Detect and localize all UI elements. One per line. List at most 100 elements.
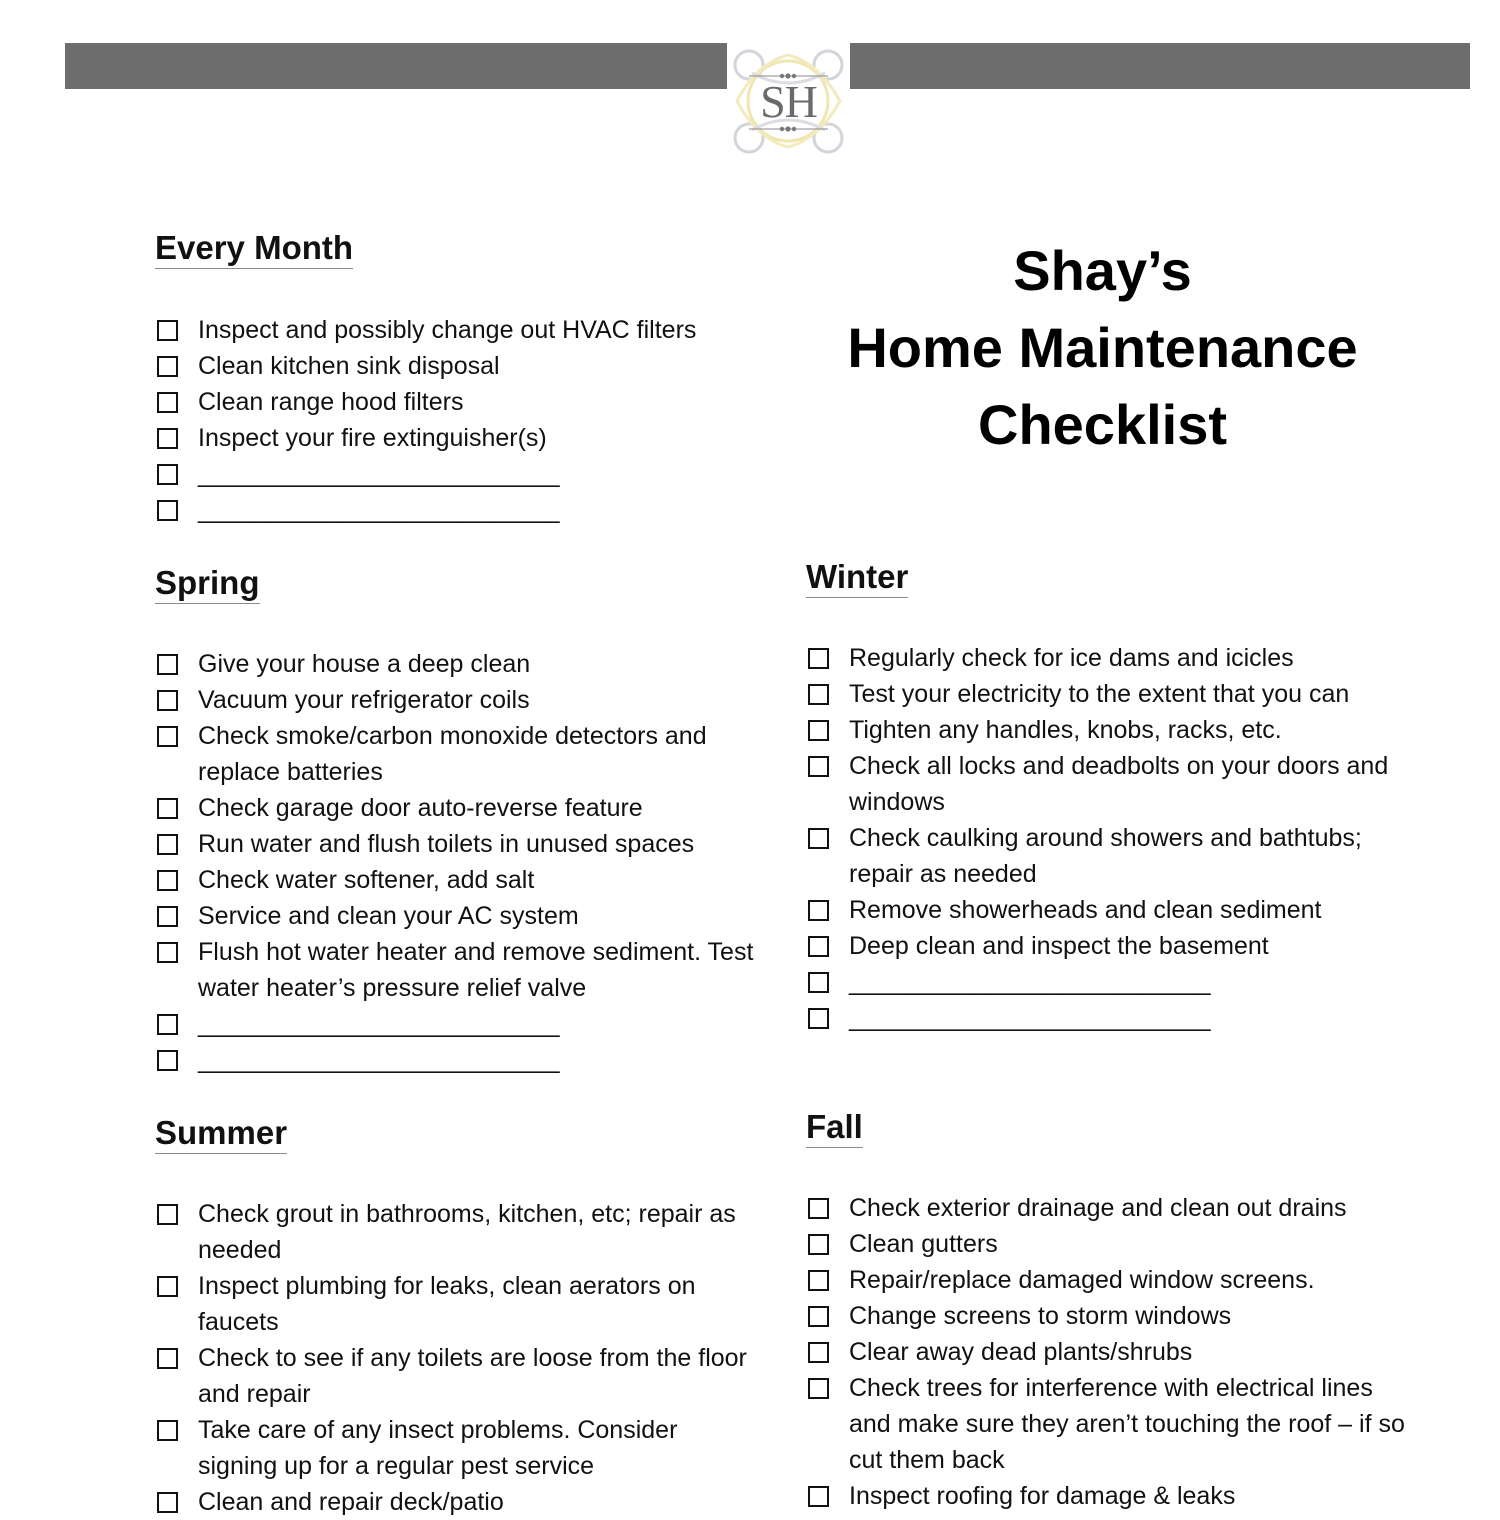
checkbox-icon[interactable]: [157, 428, 178, 449]
checklist-item: Check garage door auto-reverse feature: [155, 790, 760, 826]
checklist-item: __________________________: [155, 1006, 760, 1042]
checkbox-icon[interactable]: [157, 1420, 178, 1441]
checklist-item-text: __________________________: [198, 460, 560, 488]
title-line-2: Home Maintenance: [847, 316, 1358, 379]
checkbox-icon[interactable]: [157, 1276, 178, 1297]
checkbox-icon[interactable]: [157, 320, 178, 341]
checklist-item: Inspect and possibly change out HVAC fil…: [155, 312, 760, 348]
checklist-item: Check smoke/carbon monoxide detectors an…: [155, 718, 760, 790]
checklist-item: Inspect plumbing for leaks, clean aerato…: [155, 1268, 760, 1340]
section-spring: Spring Give your house a deep clean Vacuu…: [155, 563, 760, 1078]
title-line-3: Checklist: [978, 393, 1227, 456]
checkbox-icon[interactable]: [157, 1492, 178, 1513]
checkbox-icon[interactable]: [808, 1234, 829, 1255]
checkbox-icon[interactable]: [157, 392, 178, 413]
checkbox-icon[interactable]: [808, 936, 829, 957]
logo: SH: [727, 43, 850, 160]
checklist-item: Flush hot water heater and remove sedime…: [155, 934, 760, 1006]
checkbox-icon[interactable]: [157, 690, 178, 711]
checklist-item-text: __________________________: [849, 1004, 1211, 1032]
checkbox-icon[interactable]: [157, 654, 178, 675]
section-fall: Fall Check exterior drainage and clean o…: [806, 1107, 1416, 1514]
checklist-item: __________________________: [155, 492, 760, 528]
checkbox-icon[interactable]: [808, 972, 829, 993]
section-winter: Winter Regularly check for ice dams and …: [806, 557, 1416, 1036]
checkbox-icon[interactable]: [808, 1198, 829, 1219]
checklist-item: Give your house a deep clean: [155, 646, 760, 682]
checklist-item: Check grout in bathrooms, kitchen, etc; …: [155, 1196, 760, 1268]
checklist-item-text: Clean kitchen sink disposal: [198, 352, 500, 380]
checklist-item: Check all locks and deadbolts on your do…: [806, 748, 1416, 820]
checklist: Check exterior drainage and clean out dr…: [806, 1190, 1416, 1514]
checklist-item-text: Vacuum your refrigerator coils: [198, 686, 530, 714]
section-heading: Fall: [806, 1107, 863, 1148]
checkbox-icon[interactable]: [157, 464, 178, 485]
checklist-item-text: Inspect your fire extinguisher(s): [198, 424, 547, 452]
checklist-item: __________________________: [155, 1042, 760, 1078]
checklist-item-text: __________________________: [849, 968, 1211, 996]
checkbox-icon[interactable]: [808, 684, 829, 705]
checklist-item-text: Clean gutters: [849, 1230, 998, 1258]
checklist-item: Check trees for interference with electr…: [806, 1370, 1416, 1478]
checklist-item-text: Check all locks and deadbolts on your do…: [849, 752, 1389, 816]
checkbox-icon[interactable]: [157, 356, 178, 377]
checkbox-icon[interactable]: [808, 1306, 829, 1327]
checklist: Give your house a deep clean Vacuum your …: [155, 646, 760, 1078]
checkbox-icon[interactable]: [808, 720, 829, 741]
checklist-item: Remove showerheads and clean sediment: [806, 892, 1416, 928]
checkbox-icon[interactable]: [157, 906, 178, 927]
checklist-item: Service and clean your AC system: [155, 898, 760, 934]
checkbox-icon[interactable]: [808, 1486, 829, 1507]
checkbox-icon[interactable]: [157, 1014, 178, 1035]
checklist-item: Inspect your fire extinguisher(s): [155, 420, 760, 456]
checkbox-icon[interactable]: [157, 942, 178, 963]
checkbox-icon[interactable]: [808, 756, 829, 777]
checklist-item-text: Clean range hood filters: [198, 388, 464, 416]
section-heading: Every Month: [155, 228, 354, 269]
checklist-item-text: Test your electricity to the extent that…: [849, 680, 1350, 708]
checkbox-icon[interactable]: [808, 648, 829, 669]
checklist-item: Run water and flush toilets in unused sp…: [155, 826, 760, 862]
checkbox-icon[interactable]: [157, 798, 178, 819]
checklist-item: Regularly check for ice dams and icicles: [806, 640, 1416, 676]
checkbox-icon[interactable]: [157, 726, 178, 747]
checkbox-icon[interactable]: [808, 828, 829, 849]
checkbox-icon[interactable]: [157, 870, 178, 891]
checkbox-icon[interactable]: [808, 1008, 829, 1029]
title-line-1: Shay’s: [1013, 239, 1192, 302]
checkbox-icon[interactable]: [157, 834, 178, 855]
checkbox-icon[interactable]: [157, 500, 178, 521]
checkbox-icon[interactable]: [808, 1342, 829, 1363]
page-title: Shay’s Home Maintenance Checklist: [800, 232, 1405, 463]
checklist-item-text: Tighten any handles, knobs, racks, etc.: [849, 716, 1282, 744]
checklist-item-text: Regularly check for ice dams and icicles: [849, 644, 1294, 672]
checklist: Inspect and possibly change out HVAC fil…: [155, 312, 760, 528]
checkbox-icon[interactable]: [808, 900, 829, 921]
checklist-item-text: Repair/replace damaged window screens.: [849, 1266, 1315, 1294]
checklist-item: Clean kitchen sink disposal: [155, 348, 760, 384]
checkbox-icon[interactable]: [808, 1378, 829, 1399]
checkbox-icon[interactable]: [808, 1270, 829, 1291]
section-heading: Spring: [155, 563, 260, 604]
checklist-item: Take care of any insect problems. Consid…: [155, 1412, 760, 1484]
checkbox-icon[interactable]: [157, 1050, 178, 1071]
checklist-item-text: __________________________: [198, 1046, 560, 1074]
checklist-item: Clean range hood filters: [155, 384, 760, 420]
checklist-item-text: Inspect plumbing for leaks, clean aerato…: [198, 1272, 696, 1336]
checklist-item-text: Service and clean your AC system: [198, 902, 579, 930]
checklist-item-text: Check to see if any toilets are loose fr…: [198, 1344, 747, 1408]
checklist: Regularly check for ice dams and icicles…: [806, 640, 1416, 1036]
checklist-item-text: Check grout in bathrooms, kitchen, etc; …: [198, 1200, 736, 1264]
checklist-item-text: Inspect and possibly change out HVAC fil…: [198, 316, 697, 344]
checklist-item-text: Remove showerheads and clean sediment: [849, 896, 1322, 924]
checkbox-icon[interactable]: [157, 1348, 178, 1369]
checklist-item-text: Change screens to storm windows: [849, 1302, 1232, 1330]
checkbox-icon[interactable]: [157, 1204, 178, 1225]
section-heading: Winter: [806, 557, 909, 598]
checklist-item-text: Clear away dead plants/shrubs: [849, 1338, 1193, 1366]
checklist-item-text: Flush hot water heater and remove sedime…: [198, 938, 754, 1002]
checklist-item-text: Check caulking around showers and bathtu…: [849, 824, 1362, 888]
checklist-item: Check water softener, add salt: [155, 862, 760, 898]
checklist-item-text: Deep clean and inspect the basement: [849, 932, 1269, 960]
checklist-item: Clean and repair deck/patio: [155, 1484, 760, 1520]
